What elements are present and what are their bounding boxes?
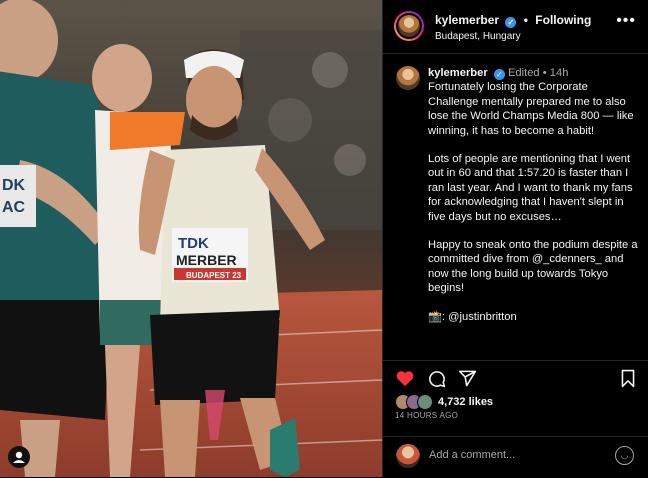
author-username[interactable]: kylemerber — [435, 13, 499, 27]
like-heart-icon[interactable] — [395, 369, 415, 390]
caption-paragraph-4: 📸: @justinbritton — [428, 310, 517, 323]
following-button[interactable]: Following — [535, 13, 591, 27]
comment-input[interactable]: Add a comment... — [429, 449, 515, 461]
caption-paragraph-1: Fortunately losing the Corporate Challen… — [428, 81, 634, 137]
likes-row[interactable]: 4,732 likes — [395, 394, 493, 410]
tagged-user-icon[interactable] — [8, 446, 30, 468]
liker-avatar — [417, 394, 433, 410]
post-caption: kylemerber ✓ Edited • 14h Fortunately lo… — [428, 66, 640, 338]
likes-count[interactable]: 4,732 likes — [438, 396, 493, 408]
caption-paragraph-2: Lots of people are mentioning that I wen… — [428, 153, 633, 223]
bib-brand: TDK — [178, 235, 209, 252]
caption-meta: Edited • 14h — [507, 67, 569, 79]
save-bookmark-icon[interactable] — [620, 369, 636, 391]
post-actions — [383, 360, 648, 393]
comment-icon[interactable] — [427, 369, 446, 391]
caption-verified-badge-icon: ✓ — [493, 69, 505, 80]
author-line: kylemerber ✓ • Following — [435, 13, 591, 28]
post-header: kylemerber ✓ • Following Budapest, Hunga… — [383, 0, 648, 54]
caption-avatar[interactable] — [396, 66, 420, 90]
svg-text:DK: DK — [2, 177, 26, 194]
svg-text:AC: AC — [2, 199, 26, 216]
current-user-avatar — [396, 444, 420, 468]
author-avatar[interactable] — [394, 11, 424, 41]
caption-paragraph-3: Happy to sneak onto the podium despite a… — [428, 239, 638, 295]
bib-name: MERBER — [176, 252, 237, 268]
emoji-icon[interactable]: ◡ — [615, 446, 634, 465]
runners-photo: DK AC TDK MERBER BUDAPEST 23 — [0, 0, 382, 477]
post-location[interactable]: Budapest, Hungary — [435, 31, 521, 42]
more-options-icon[interactable]: ••• — [616, 13, 636, 29]
post-sidebar: kylemerber ✓ • Following Budapest, Hunga… — [382, 0, 648, 477]
share-icon[interactable] — [458, 369, 477, 391]
bib-event: BUDAPEST 23 — [186, 271, 242, 280]
post-timestamp[interactable]: 14 HOURS AGO — [395, 411, 458, 420]
verified-badge-icon: ✓ — [505, 17, 517, 28]
comment-bar: Add a comment... ◡ — [383, 436, 648, 478]
post-photo[interactable]: DK AC TDK MERBER BUDAPEST 23 — [0, 0, 382, 477]
caption-username[interactable]: kylemerber — [428, 67, 488, 79]
separator-dot: • — [523, 13, 528, 27]
